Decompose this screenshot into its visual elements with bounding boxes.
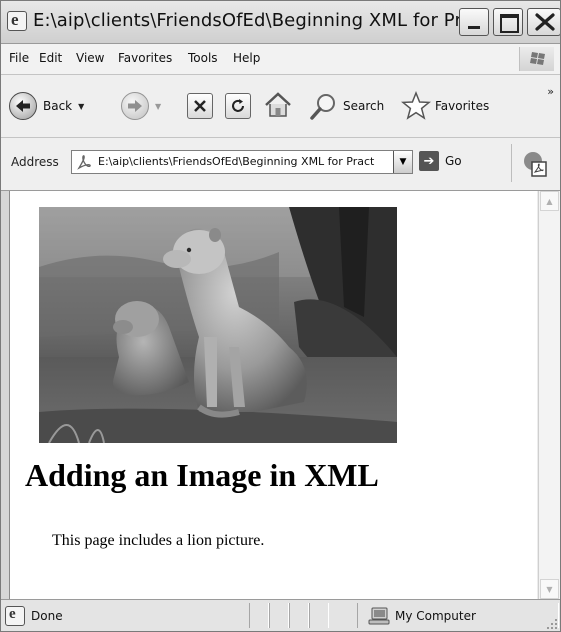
divider [511,144,512,182]
home-icon [265,92,291,117]
chevron-down-icon[interactable]: ▼ [155,102,161,111]
toolbar-overflow-chevron[interactable]: » [547,85,554,98]
status-pane [289,603,309,628]
menu-favorites[interactable]: Favorites [118,51,172,65]
windows-flag-icon [519,47,554,71]
toolbar: Back ▼ ▼ Search Favorites » [1,75,560,138]
scroll-down-button[interactable]: ▼ [540,579,559,599]
menu-file[interactable]: File [9,51,29,65]
page-status-icon: e [5,606,25,626]
refresh-icon [225,93,251,119]
page-paragraph: This page includes a lion picture. [52,532,265,549]
address-bar: Address E:\aip\clients\FriendsOfEd\Begin… [1,138,560,191]
menu-tools[interactable]: Tools [188,51,218,65]
home-button[interactable] [263,90,293,120]
status-pane [309,603,329,628]
magnifier-icon [310,94,335,120]
status-pane [269,603,289,628]
address-label: Address [11,155,59,169]
menu-help[interactable]: Help [233,51,260,65]
forward-arrow-icon [121,92,149,120]
acrobat-icon[interactable] [522,150,550,178]
menu-view[interactable]: View [76,51,104,65]
menu-edit[interactable]: Edit [39,51,62,65]
frame-edge [1,191,10,599]
stop-button[interactable] [187,93,213,119]
star-icon [401,91,431,120]
address-input[interactable]: E:\aip\clients\FriendsOfEd\Beginning XML… [71,150,413,174]
stop-icon [187,93,213,119]
page-content: Adding an Image in XML This page include… [10,191,537,599]
browser-window: e E:\aip\clients\FriendsOfEd\Beginning X… [0,0,561,632]
resize-grip-icon[interactable] [546,618,558,630]
lion-photo [39,207,397,443]
page-heading: Adding an Image in XML [25,457,379,493]
chevron-down-icon[interactable]: ▼ [78,102,84,111]
window-title: E:\aip\clients\FriendsOfEd\Beginning XML… [33,10,478,31]
back-label: Back [43,99,73,113]
address-url: E:\aip\clients\FriendsOfEd\Beginning XML… [98,155,375,168]
zone-text: My Computer [395,609,476,623]
status-pane [249,603,269,628]
favorites-label: Favorites [435,99,490,113]
close-button[interactable] [527,8,560,36]
vertical-scrollbar[interactable]: ▲ ▼ [538,191,560,599]
forward-button[interactable]: ▼ [121,92,161,120]
status-text: Done [31,609,63,623]
go-label: Go [445,154,462,168]
back-arrow-icon [9,92,37,120]
scroll-up-button[interactable]: ▲ [540,191,559,211]
menu-bar: File Edit View Favorites Tools Help [1,44,560,75]
go-arrow-icon: ➔ [419,151,439,171]
minimize-button[interactable] [459,8,489,36]
go-button[interactable]: ➔ Go [419,151,462,171]
pdf-file-icon [77,155,91,170]
search-button[interactable]: Search [309,91,384,121]
maximize-button[interactable] [493,8,523,36]
title-bar: e E:\aip\clients\FriendsOfEd\Beginning X… [1,1,560,44]
refresh-button[interactable] [225,93,251,119]
computer-icon [368,607,390,625]
back-button[interactable]: Back ▼ [9,92,84,120]
close-icon [535,13,555,31]
ie-icon[interactable]: e [7,10,27,31]
search-label: Search [343,99,385,113]
favorites-button[interactable]: Favorites [401,91,489,121]
chevron-down-icon[interactable]: ▼ [393,151,412,173]
status-bar: e Done My Computer [1,599,560,631]
